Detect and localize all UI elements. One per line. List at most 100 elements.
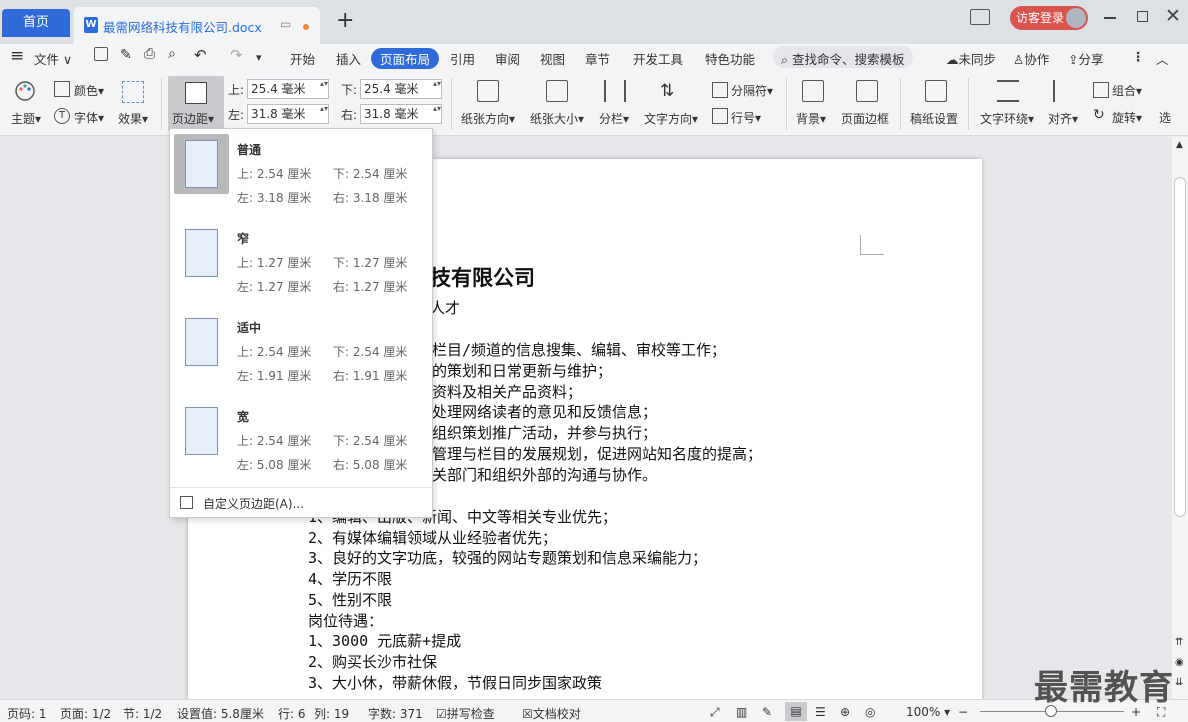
- share-button[interactable]: ⇪分享: [1068, 49, 1104, 68]
- write-view-icon[interactable]: ✎: [762, 705, 772, 719]
- select-button[interactable]: 选: [1159, 109, 1171, 126]
- word-count-status[interactable]: 字数: 371: [368, 705, 423, 722]
- custom-margins-item[interactable]: 自定义页边距(A)...: [170, 487, 432, 517]
- right-margin-input[interactable]: 31.8 毫米: [360, 104, 442, 124]
- rotate-icon[interactable]: ↻: [1093, 107, 1109, 123]
- vertical-scrollbar[interactable]: ▲ ⇈ ◉ ⇊: [1172, 137, 1188, 699]
- bottom-margin-input[interactable]: 25.4 毫米: [360, 79, 442, 99]
- align-button[interactable]: 对齐▾: [1048, 110, 1078, 127]
- breaks-button[interactable]: 分隔符▾: [731, 82, 773, 99]
- more-icon[interactable]: ⋮: [1132, 49, 1145, 64]
- tab-features[interactable]: 特色功能: [705, 49, 755, 68]
- collapse-ribbon-icon[interactable]: ︿: [1156, 49, 1169, 68]
- font-theme-button[interactable]: 字体▾: [74, 109, 104, 126]
- rotate-button[interactable]: 旋转▾: [1112, 109, 1142, 126]
- tab-chapter[interactable]: 章节: [585, 49, 610, 68]
- line-numbers-icon[interactable]: [712, 108, 728, 124]
- margins-button[interactable]: 页边距▾: [168, 76, 224, 132]
- orientation-icon[interactable]: [477, 80, 499, 102]
- tab-review[interactable]: 审阅: [495, 49, 520, 68]
- zoom-dropdown[interactable]: 100% ▾: [906, 705, 950, 719]
- margin-option-normal[interactable]: 普通 上: 2.54 厘米 下: 2.54 厘米 左: 3.18 厘米 右: 3…: [170, 129, 432, 218]
- line-numbers-button[interactable]: 行号▾: [731, 109, 761, 126]
- grid-paper-button[interactable]: 稿纸设置: [910, 110, 958, 127]
- text-direction-button[interactable]: 文字方向▾: [644, 110, 698, 127]
- outline-view-icon[interactable]: ☰: [815, 705, 826, 719]
- quick-access-dropdown-icon[interactable]: ▾: [256, 51, 262, 64]
- text-direction-icon[interactable]: ⇅: [660, 80, 682, 102]
- prev-page-icon[interactable]: ⇈: [1175, 637, 1183, 648]
- effect-icon[interactable]: [122, 81, 144, 103]
- text-wrap-icon[interactable]: [997, 80, 1019, 102]
- fullscreen-icon[interactable]: ⤢: [710, 705, 720, 720]
- breaks-icon[interactable]: [712, 82, 728, 98]
- tab-document[interactable]: W 最需网络科技有限公司.docx ▭: [74, 7, 320, 44]
- maximize-icon[interactable]: [1137, 11, 1148, 22]
- undo-icon[interactable]: ↶: [194, 46, 207, 64]
- monitor-icon[interactable]: ▭: [280, 17, 291, 31]
- reading-view-icon[interactable]: ▥: [736, 705, 747, 719]
- format-painter-icon[interactable]: ✎: [120, 47, 132, 63]
- tab-references[interactable]: 引用: [450, 49, 475, 68]
- section-status[interactable]: 节: 1/2: [123, 705, 162, 722]
- columns-icon[interactable]: [604, 80, 626, 102]
- theme-button[interactable]: 主题▾: [11, 110, 41, 127]
- tab-view[interactable]: 视图: [540, 49, 565, 68]
- left-margin-input[interactable]: 31.8 毫米: [247, 104, 329, 124]
- background-button[interactable]: 背景▾: [796, 110, 826, 127]
- print-preview-icon[interactable]: ⌕: [168, 46, 176, 62]
- page-border-icon[interactable]: [856, 80, 878, 102]
- color-button[interactable]: 颜色▾: [74, 82, 104, 99]
- paper-size-icon[interactable]: [546, 80, 568, 102]
- collaborate-button[interactable]: ♙协作: [1013, 49, 1049, 68]
- command-search[interactable]: ⌕ 查找命令、搜索模板: [773, 46, 913, 68]
- next-page-icon[interactable]: ⇊: [1175, 677, 1183, 688]
- font-theme-icon[interactable]: T: [54, 108, 70, 124]
- margin-option-wide[interactable]: 宽 上: 2.54 厘米 下: 2.54 厘米 左: 5.08 厘米 右: 5.…: [170, 396, 432, 485]
- tab-home[interactable]: 首页: [2, 9, 70, 37]
- align-icon[interactable]: [1053, 80, 1075, 102]
- margin-option-moderate[interactable]: 适中 上: 2.54 厘米 下: 2.54 厘米 左: 1.91 厘米 右: 1…: [170, 307, 432, 396]
- background-icon[interactable]: [802, 80, 824, 102]
- eye-protection-icon[interactable]: ◎: [865, 705, 875, 719]
- setting-status[interactable]: 设置值: 5.8厘米: [177, 705, 264, 722]
- page-view-icon[interactable]: ▤: [785, 702, 807, 721]
- redo-icon[interactable]: ↷: [230, 46, 243, 64]
- save-icon[interactable]: [94, 47, 108, 61]
- web-view-icon[interactable]: ⊕: [840, 705, 850, 719]
- tab-developer[interactable]: 开发工具: [633, 49, 683, 68]
- minimize-icon[interactable]: [1104, 17, 1116, 19]
- group-button[interactable]: 组合▾: [1112, 82, 1142, 99]
- tab-start[interactable]: 开始: [290, 49, 315, 68]
- tab-page-layout[interactable]: 页面布局: [371, 48, 440, 69]
- grid-paper-icon[interactable]: [925, 80, 947, 102]
- column-status[interactable]: 列: 19: [314, 705, 349, 722]
- print-icon[interactable]: ⎙: [144, 46, 155, 62]
- menu-file[interactable]: 文件 ∨: [34, 49, 72, 68]
- layout-switch-icon[interactable]: [970, 9, 990, 25]
- doc-proof-button[interactable]: ☒文档校对: [522, 705, 581, 722]
- margin-option-narrow[interactable]: 窄 上: 1.27 厘米 下: 1.27 厘米 左: 1.27 厘米 右: 1.…: [170, 218, 432, 307]
- group-icon[interactable]: [1093, 82, 1109, 98]
- spell-check-button[interactable]: ☑拼写检查: [436, 705, 495, 722]
- theme-icon[interactable]: [14, 80, 36, 102]
- paper-size-button[interactable]: 纸张大小▾: [530, 110, 584, 127]
- scroll-up-icon[interactable]: ▲: [1176, 140, 1183, 150]
- page-code-status[interactable]: 页码: 1: [7, 705, 47, 722]
- sync-button[interactable]: ☁未同步: [946, 49, 996, 68]
- orientation-button[interactable]: 纸张方向▾: [461, 110, 515, 127]
- close-icon[interactable]: ✕: [1165, 5, 1181, 27]
- scroll-thumb[interactable]: [1174, 177, 1186, 517]
- hamburger-icon[interactable]: ≡: [10, 46, 24, 66]
- browse-object-icon[interactable]: ◉: [1175, 657, 1184, 668]
- tab-insert[interactable]: 插入: [336, 49, 361, 68]
- pages-status[interactable]: 页面: 1/2: [60, 705, 111, 722]
- page-border-button[interactable]: 页面边框: [841, 110, 889, 127]
- columns-button[interactable]: 分栏▾: [599, 110, 629, 127]
- effect-button[interactable]: 效果▾: [118, 110, 148, 127]
- zoom-out-icon[interactable]: −: [958, 705, 968, 719]
- guest-login-button[interactable]: 访客登录: [1010, 6, 1088, 30]
- new-tab-button[interactable]: +: [336, 8, 354, 33]
- color-icon[interactable]: [54, 81, 70, 97]
- text-wrap-button[interactable]: 文字环绕▾: [980, 110, 1034, 127]
